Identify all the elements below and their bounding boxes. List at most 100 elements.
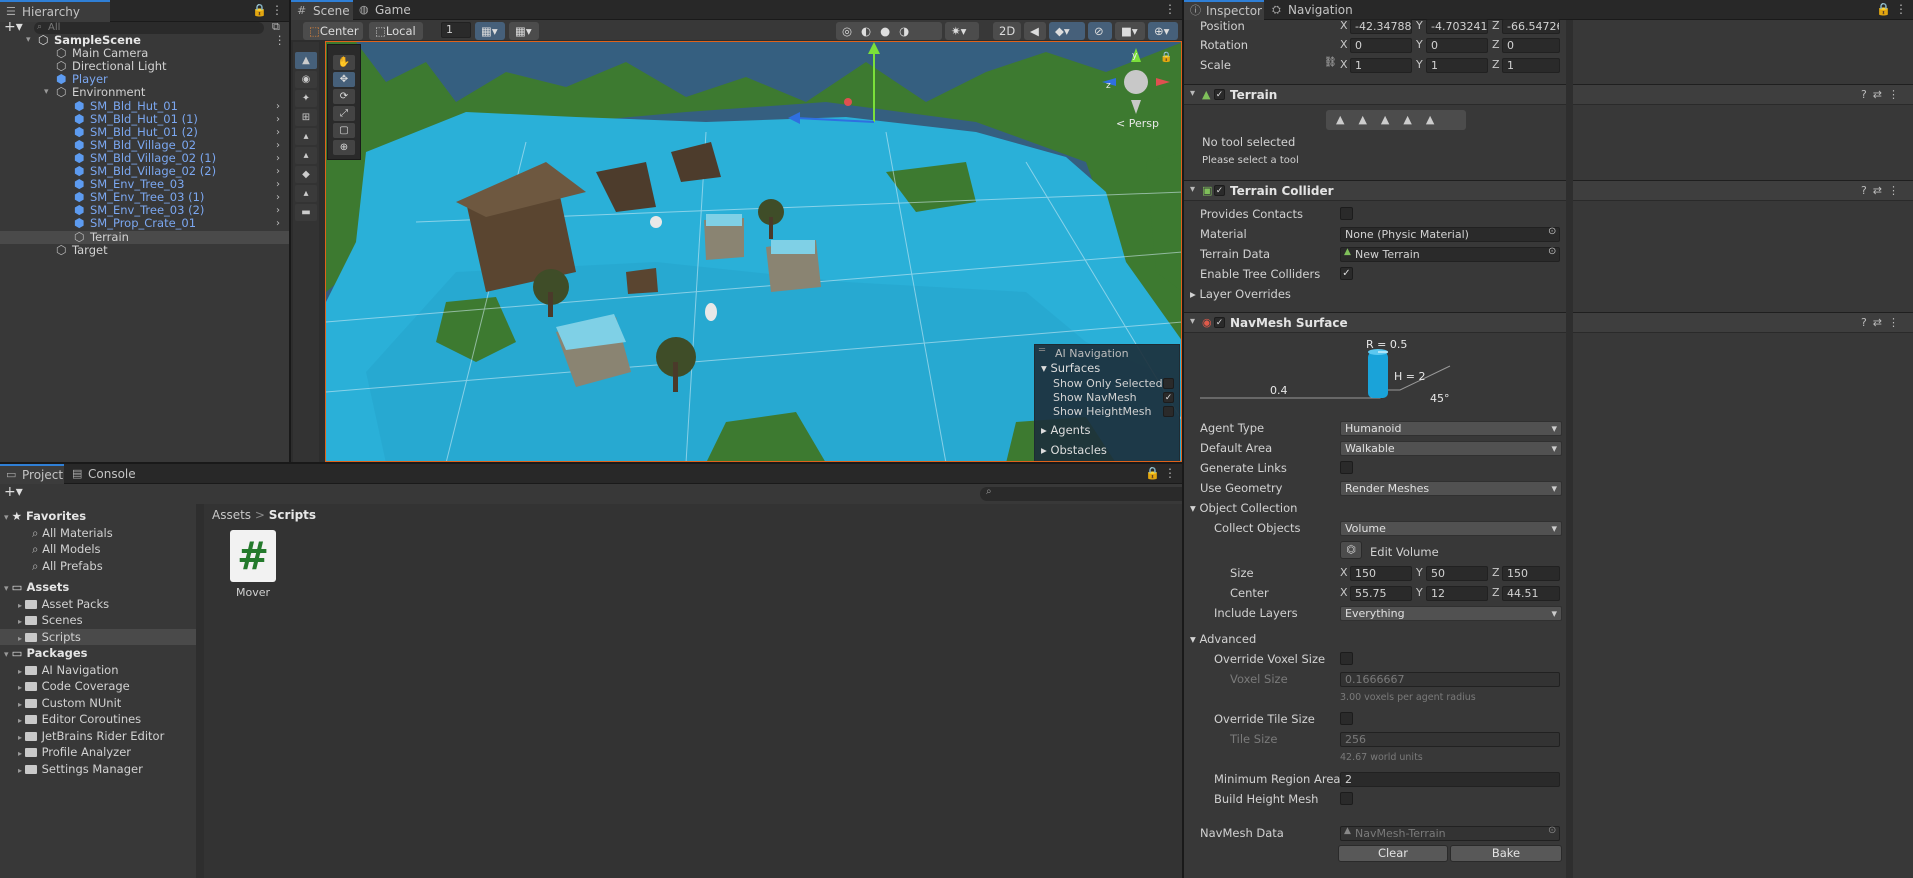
rotation-y-field[interactable]: 0 [1426,38,1488,53]
edit-volume-button[interactable]: ⏣ [1340,541,1362,559]
agent-type-dropdown[interactable]: Humanoid [1340,421,1562,436]
show-only-selected-checkbox[interactable] [1163,378,1174,389]
visibility-icon[interactable]: ⊘ [1088,22,1112,40]
inspector-lock-menu[interactable]: 🔒 ⋮ [1876,2,1907,16]
scale-z-field[interactable]: 1 [1502,58,1560,73]
effects-icon[interactable]: ◆▾ [1049,22,1085,40]
navmesh-data-field[interactable]: NavMesh-Terrain [1340,826,1560,841]
voxel-size-field[interactable]: 0.1666667 [1340,672,1560,687]
project-lock-menu[interactable]: 🔒 ⋮ [1145,466,1176,480]
tree-item[interactable]: ⌕ All Prefabs [0,558,196,574]
terrain-brush-tool-icon[interactable]: ▲ [295,52,317,69]
open-prefab-chevron-icon[interactable]: › [276,217,280,230]
hierarchy-item[interactable]: ⬢ SM_Bld_Hut_01 › [0,99,289,113]
open-prefab-chevron-icon[interactable]: › [276,204,280,217]
toggle-2d-button[interactable]: 2D [993,22,1021,40]
rect-tool-icon[interactable]: ▢ [333,123,355,138]
debug-icon[interactable]: ✷▾ [945,22,979,40]
grid-toggle[interactable]: ▦▾ [475,22,505,40]
open-prefab-chevron-icon[interactable]: › [276,113,280,126]
gizmos-icon[interactable]: ⊕▾ [1148,22,1178,40]
object-collection-foldout[interactable]: ▾ Object Collection [1190,501,1297,515]
tree-item[interactable]: ▸ AI Navigation [0,662,196,678]
tree-item[interactable]: ▸ Editor Coroutines [0,711,196,727]
foldout-arrow-icon[interactable]: ▾ [44,86,49,99]
component-menu-icons[interactable]: ?⇄⋮ [1861,316,1905,329]
tree-item[interactable]: ▸ Profile Analyzer [0,744,196,760]
hierarchy-item[interactable]: ⬡ Directional Light [0,60,289,73]
size-y-field[interactable]: 50 [1426,566,1488,581]
collect-objects-dropdown[interactable]: Volume [1340,521,1562,536]
terrain-enabled-checkbox[interactable]: ✓ [1214,89,1225,100]
inspector-scrollbar[interactable] [1566,20,1573,878]
hierarchy-item[interactable]: ⬢ SM_Prop_Crate_01 › [0,217,289,230]
enable-tree-colliders-checkbox[interactable]: ✓ [1340,267,1353,280]
component-menu-icons[interactable]: ?⇄⋮ [1861,88,1905,101]
tree-item[interactable]: ⌕ All Materials [0,525,196,541]
terrain-brush-tool-icon[interactable]: ◉ [295,71,317,88]
terrain-brush-tool-icon[interactable]: ◆ [295,166,317,183]
open-prefab-chevron-icon[interactable]: › [276,165,280,178]
open-prefab-chevron-icon[interactable]: › [276,100,280,113]
pivot-dropdown[interactable]: ⬚Center ▾ [303,22,363,56]
layer-overrides-foldout[interactable]: ▸ Layer Overrides [1190,287,1291,301]
scene-viewport[interactable]: y z < Persp 🔒 AI Navigation ═ ▾ Surfaces… [325,41,1182,462]
override-voxel-checkbox[interactable] [1340,652,1353,665]
camera-icon[interactable]: ■▾ [1115,22,1145,40]
project-search-input[interactable] [980,487,1182,501]
use-geometry-dropdown[interactable]: Render Meshes [1340,481,1562,496]
terrain-component-header[interactable]: ▾ ▲ ✓ Terrain ?⇄⋮ [1184,84,1913,105]
hierarchy-item[interactable]: ⬢ Player [0,73,289,86]
tree-item[interactable]: ▸ Code Coverage [0,678,196,694]
open-prefab-chevron-icon[interactable]: › [276,152,280,165]
draw-mode-buttons[interactable]: ◎◐●◑ [836,22,942,40]
center-x-field[interactable]: 55.75 [1350,586,1412,601]
breadcrumb-scripts[interactable]: Scripts [269,508,316,522]
terrain-collider-header[interactable]: ▾ ▣ ✓ Terrain Collider ?⇄⋮ [1184,180,1913,201]
navmesh-enabled-checkbox[interactable]: ✓ [1214,317,1225,328]
agents-foldout[interactable]: ▸ Agents [1041,423,1090,437]
navmesh-surface-header[interactable]: ▾ ◉ ✓ NavMesh Surface ?⇄⋮ [1184,312,1913,333]
component-menu-icons[interactable]: ?⇄⋮ [1861,184,1905,197]
tab-navigation[interactable]: ⛭ Navigation [1266,0,1353,20]
include-layers-dropdown[interactable]: Everything [1340,606,1562,621]
show-heightmesh-checkbox[interactable] [1163,406,1174,417]
tree-section-header[interactable]: ▾ ★ Favorites [4,508,86,524]
grid-size-field[interactable]: 1 [441,22,471,38]
tree-item[interactable]: ▸ JetBrains Rider Editor [0,728,196,744]
move-tool-icon[interactable]: ✥ [333,72,355,87]
persp-label[interactable]: < Persp [1116,117,1159,130]
create-icon[interactable]: +▾ [4,484,23,500]
open-prefab-chevron-icon[interactable]: › [276,139,280,152]
object-picker-icon[interactable]: ⊙ [1548,825,1556,836]
rotate-tool-icon[interactable]: ⟳ [333,89,355,104]
terrain-brush-tool-icon[interactable]: ⊞ [295,109,317,126]
terrain-brush-tool-icon[interactable]: ▴ [295,128,317,145]
hierarchy-item[interactable]: ⬡ Target [0,243,289,257]
terrain-brush-tool-icon[interactable]: ▬ [295,204,317,221]
scene-menu-icon[interactable]: ⋮ [1164,2,1176,16]
hierarchy-item[interactable]: ⬢ SM_Bld_Hut_01 (2) › [0,125,289,139]
rotation-x-field[interactable]: 0 [1350,38,1412,53]
tile-size-field[interactable]: 256 [1340,732,1560,747]
terrain-brush-tool-icon[interactable]: ▴ [295,147,317,164]
tab-game[interactable]: ◍ Game [353,0,413,20]
tree-item[interactable]: ▸ Asset Packs [0,596,196,612]
drag-handle-icon[interactable]: ═ [1039,345,1045,356]
scene-search-icon[interactable]: ⧉ [272,20,280,34]
size-x-field[interactable]: 150 [1350,566,1412,581]
hierarchy-item[interactable]: ⬢ SM_Bld_Village_02 › [0,138,289,152]
overlay-title[interactable]: AI Navigation [1055,347,1129,360]
show-navmesh-checkbox[interactable]: ✓ [1163,392,1174,403]
tree-section-header[interactable]: ▾ ▭ Packages [4,645,88,661]
tab-project[interactable]: ▭ Project [0,464,64,484]
terrain-brush-tool-icon[interactable]: ✦ [295,90,317,107]
hand-tool-icon[interactable]: ✋ [333,55,355,70]
collider-enabled-checkbox[interactable]: ✓ [1214,185,1225,196]
audio-icon[interactable]: ◀ [1024,22,1046,40]
tree-section-header[interactable]: ▾ ▭ Assets [4,579,69,595]
tree-item[interactable]: ▸ Scripts [0,628,196,645]
clear-button[interactable]: Clear [1338,845,1448,862]
hierarchy-item[interactable]: ▾ ⬡ Environment [0,86,289,99]
hierarchy-item[interactable]: ▾ ⬡ SampleScene ⋮ [0,34,289,47]
